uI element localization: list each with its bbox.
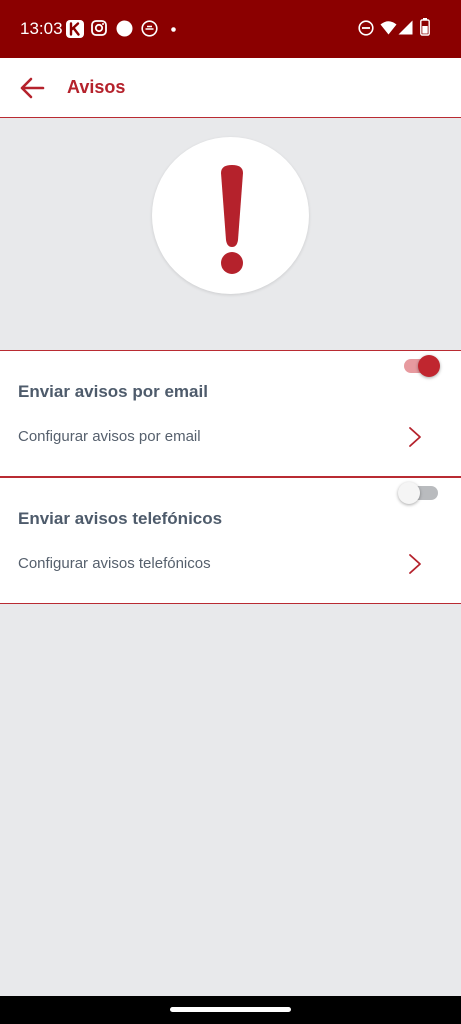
email-alerts-toggle[interactable] <box>402 351 442 379</box>
wifi-icon <box>380 21 397 35</box>
exclamation-icon <box>221 165 243 274</box>
alert-badge <box>152 137 309 294</box>
k-app-icon <box>66 20 84 38</box>
phone-alerts-section: Enviar avisos telefónicos Configurar avi… <box>0 477 461 604</box>
email-alerts-title: Enviar avisos por email <box>18 382 208 401</box>
dot-icon <box>171 27 176 32</box>
chevron-right-icon[interactable] <box>404 425 426 449</box>
email-alerts-section: Enviar avisos por email Configurar aviso… <box>0 350 461 477</box>
toggle-knob <box>418 355 440 377</box>
phone-alerts-toggle[interactable] <box>398 478 442 506</box>
status-time: 13:03 <box>20 19 63 38</box>
status-bar: 13:03 <box>0 0 461 58</box>
dnd-icon <box>358 20 374 36</box>
chat-icon <box>141 20 158 37</box>
system-nav-bar <box>0 996 461 1024</box>
arrow-left-icon <box>20 77 45 99</box>
back-button[interactable] <box>12 68 52 108</box>
page-title: Avisos <box>67 77 126 97</box>
configure-email-alerts-link[interactable]: Configurar avisos por email <box>18 428 201 445</box>
instagram-icon <box>91 20 107 36</box>
configure-phone-alerts-link[interactable]: Configurar avisos telefónicos <box>18 555 211 572</box>
hero-area <box>0 119 461 350</box>
app-bar: Avisos <box>0 58 461 118</box>
chevron-right-icon[interactable] <box>404 552 426 576</box>
circle-icon <box>116 20 133 37</box>
phone-alerts-title: Enviar avisos telefónicos <box>18 509 223 528</box>
battery-icon <box>420 18 430 36</box>
signal-icon <box>398 20 413 35</box>
toggle-knob <box>398 482 420 504</box>
home-gesture-handle[interactable] <box>170 1007 291 1012</box>
